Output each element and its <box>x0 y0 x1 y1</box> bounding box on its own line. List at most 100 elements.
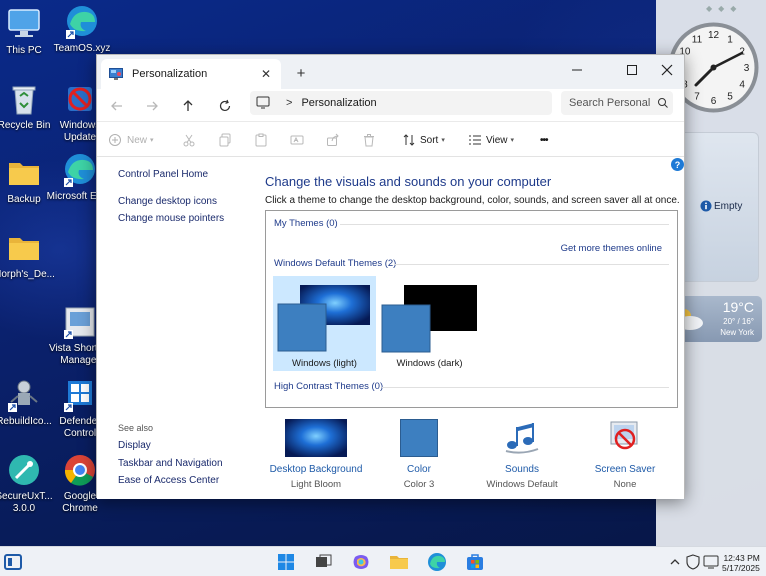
copilot-icon <box>353 555 369 569</box>
task-view-icon <box>316 554 332 567</box>
desktop-background-setting[interactable]: Desktop Background Light Bloom <box>268 419 364 490</box>
network-monitor-icon <box>703 555 719 569</box>
color-setting[interactable]: Color Color 3 <box>371 419 467 490</box>
sounds-setting[interactable]: Sounds Windows Default <box>474 419 570 490</box>
folder-icon <box>390 556 408 569</box>
rename-button[interactable] <box>290 130 304 150</box>
screen-saver-setting[interactable]: Screen Saver None <box>577 419 673 490</box>
back-button[interactable] <box>105 95 129 117</box>
clock-numeral: 7 <box>694 92 700 103</box>
chevron-up-icon <box>670 559 680 565</box>
show-hidden-icons-button[interactable] <box>669 555 681 569</box>
weather-temperature: 19°C <box>722 299 754 315</box>
see-also-link-display[interactable]: Display <box>118 440 151 451</box>
sidebar-link-change-mouse-pointers[interactable]: Change mouse pointers <box>118 213 224 224</box>
gadget-sidebar-controls[interactable]: ◆◆◆ <box>706 4 742 13</box>
tab-personalization[interactable]: Personalization ✕ <box>101 59 281 89</box>
theme-windows-dark[interactable]: Windows (dark) <box>378 276 481 371</box>
breadcrumb-separator: > <box>286 97 293 109</box>
search-icon <box>658 98 668 108</box>
theme-windows-light[interactable]: Windows (light) <box>273 276 376 371</box>
start-button[interactable] <box>276 552 296 572</box>
themes-list[interactable]: My Themes (0) Get more themes online Win… <box>265 210 678 408</box>
sidebar-link-control-panel-home[interactable]: Control Panel Home <box>118 169 208 180</box>
file-explorer-button[interactable] <box>389 552 409 572</box>
setting-value: Light Bloom <box>290 479 342 490</box>
page-description: Click a theme to change the desktop back… <box>265 195 680 206</box>
get-more-themes-link[interactable]: Get more themes online <box>561 243 662 254</box>
network-tray-button[interactable] <box>703 554 719 570</box>
search-input[interactable] <box>569 97 653 109</box>
help-icon[interactable]: ? <box>671 158 684 171</box>
breadcrumb-personalization[interactable]: Personalization <box>301 97 376 109</box>
empty-gadget-text: Empty <box>700 200 742 212</box>
share-button[interactable] <box>326 130 340 150</box>
cut-button[interactable] <box>182 130 196 150</box>
group-high-contrast-themes[interactable]: High Contrast Themes (0) <box>274 381 383 392</box>
store-icon <box>467 554 483 570</box>
minimize-button[interactable] <box>559 55 595 85</box>
sort-button[interactable]: Sort ▾ <box>402 130 445 150</box>
setting-label: Desktop Background <box>269 464 363 475</box>
chevron-down-icon: ▾ <box>150 137 154 144</box>
store-button[interactable] <box>465 552 485 572</box>
clock-numeral: 3 <box>744 63 750 74</box>
arrow-left-icon <box>111 101 122 111</box>
search-box[interactable] <box>561 91 673 115</box>
title-bar: Personalization ✕ + <box>97 55 684 89</box>
sidebar-link-change-desktop-icons[interactable]: Change desktop icons <box>118 196 217 207</box>
blocked-update-icon <box>62 81 98 117</box>
group-windows-default-themes[interactable]: Windows Default Themes (2) <box>274 258 396 269</box>
defender-control-icon <box>62 377 98 413</box>
edge-taskbar-button[interactable] <box>427 552 447 572</box>
sounds-icon <box>502 419 542 457</box>
monitor-icon <box>6 6 42 42</box>
personalization-icon <box>109 68 123 80</box>
chevron-down-icon: ▾ <box>441 137 445 144</box>
close-tab-icon[interactable]: ✕ <box>257 65 275 83</box>
theme-light-thumbnail <box>277 285 370 352</box>
edge-icon <box>62 152 98 188</box>
clock-tray[interactable]: 12:43 PM 5/17/2025 <box>722 553 760 573</box>
desktop-icon-teamos[interactable]: TeamOS.xyz <box>47 4 117 55</box>
page-title: Change the visuals and sounds on your co… <box>265 174 552 189</box>
group-divider <box>382 387 669 388</box>
copilot-button[interactable] <box>351 552 371 572</box>
shortcut-manager-icon <box>62 304 98 340</box>
paste-button[interactable] <box>254 130 268 150</box>
clock-numeral: 12 <box>708 30 720 41</box>
clipboard-icon <box>255 133 267 147</box>
refresh-button[interactable] <box>213 95 237 117</box>
new-button[interactable]: New ▾ <box>108 130 154 150</box>
copy-button[interactable] <box>218 130 232 150</box>
group-my-themes[interactable]: My Themes (0) <box>274 218 338 229</box>
desktop-icon-morphs[interactable]: Morph's_De... <box>0 230 59 281</box>
shield-icon <box>686 554 700 570</box>
more-options-button[interactable]: ••• <box>540 130 548 150</box>
close-window-button[interactable] <box>649 55 685 85</box>
delete-button[interactable] <box>362 130 376 150</box>
desktop-background-thumbnail <box>285 419 347 457</box>
rename-icon <box>290 135 304 145</box>
weather-range: 20° / 16° <box>723 317 754 326</box>
address-field[interactable]: > Personalization <box>250 91 552 115</box>
maximize-button[interactable] <box>614 55 650 85</box>
widgets-button[interactable] <box>3 552 23 572</box>
forward-button[interactable] <box>140 95 164 117</box>
group-divider <box>340 224 669 225</box>
new-tab-button[interactable]: + <box>291 63 311 83</box>
address-bar: > Personalization <box>97 89 684 121</box>
view-button[interactable]: View ▾ <box>468 130 514 150</box>
theme-dark-thumbnail <box>381 285 477 353</box>
see-also-heading: See also <box>118 423 154 433</box>
security-tray-button[interactable] <box>686 554 700 570</box>
windows-logo-icon <box>278 554 294 570</box>
task-view-button[interactable] <box>313 552 333 572</box>
clock-numeral: 6 <box>711 96 717 107</box>
see-also-link-taskbar-navigation[interactable]: Taskbar and Navigation <box>118 458 223 469</box>
plus-circle-icon <box>109 134 121 146</box>
secure-ux-theme-icon <box>6 452 42 488</box>
see-also-link-ease-of-access[interactable]: Ease of Access Center <box>118 475 219 486</box>
up-button[interactable] <box>176 95 200 117</box>
chrome-icon <box>62 452 98 488</box>
